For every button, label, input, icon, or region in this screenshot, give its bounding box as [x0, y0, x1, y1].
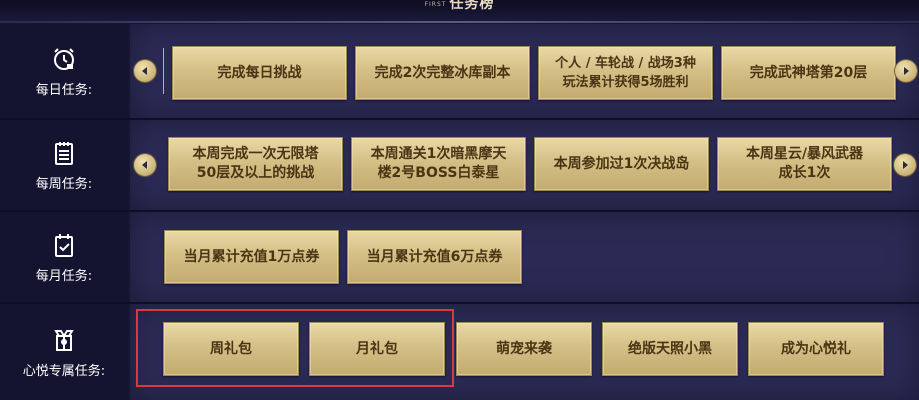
task-button-monthly-gift[interactable]: 月礼包 — [309, 322, 445, 376]
task-button-daily-challenge[interactable]: 完成每日挑战 — [172, 46, 347, 100]
exclusive-task-row: 心悦专属任务: 周礼包 月礼包 萌宠来袭 绝版天照小黑 成为心悦礼 — [0, 304, 919, 400]
clipboard-list-icon — [50, 139, 78, 167]
task-button-weapon-growth[interactable]: 本周星云/暴风武器 成长1次 — [717, 137, 892, 191]
task-button-tenshou-black[interactable]: 绝版天照小黑 — [602, 322, 738, 376]
weekly-prev-arrow[interactable] — [134, 154, 156, 176]
task-button-weekly-gift[interactable]: 周礼包 — [163, 322, 299, 376]
arrow-right-icon — [904, 67, 909, 75]
daily-prev-arrow[interactable] — [134, 60, 156, 82]
task-button-pet-arrival[interactable]: 萌宠来袭 — [456, 322, 592, 376]
task-button-infinite-tower[interactable]: 本周完成一次无限塔 50层及以上的挑战 — [168, 137, 343, 191]
exclusive-task-label-cell: 心悦专属任务: — [0, 304, 128, 400]
monthly-task-label-cell: 每月任务: — [0, 212, 128, 302]
alarm-clock-icon — [50, 45, 78, 73]
monthly-task-label: 每月任务: — [35, 268, 93, 284]
task-button-become-vip[interactable]: 成为心悦礼 — [748, 322, 884, 376]
weekly-task-label-cell: 每周任务: — [0, 120, 128, 210]
arrow-left-icon — [142, 161, 147, 169]
header-divider — [0, 21, 919, 23]
task-button-pvp-wins[interactable]: 个人 / 车轮战 / 战场3种 玩法累计获得5场胜利 — [538, 46, 713, 100]
arrow-left-icon — [142, 67, 147, 75]
task-button-dark-skyscraper[interactable]: 本周通关1次暗黑摩天 楼2号BOSS白泰星 — [351, 137, 526, 191]
daily-task-row: 每日任务: 完成每日挑战 完成2次完整冰库副本 个人 / 车轮战 / 战场3种玩… — [0, 24, 919, 118]
task-button-recharge-60k[interactable]: 当月累计充值6万点券 — [347, 230, 522, 284]
daily-task-label: 每日任务: — [35, 82, 93, 98]
exclusive-task-label: 心悦专属任务: — [22, 363, 106, 379]
arrow-right-icon — [903, 161, 908, 169]
task-button-ice-dungeon[interactable]: 完成2次完整冰库副本 — [355, 46, 530, 100]
weekly-task-label: 每周任务: — [35, 176, 93, 192]
monthly-task-row: 每月任务: 当月累计充值1万点券 当月累计充值6万点券 — [0, 212, 919, 302]
task-button-recharge-10k[interactable]: 当月累计充值1万点券 — [164, 230, 339, 284]
scroll-divider — [163, 48, 164, 94]
weekly-task-row: 每周任务: 本周完成一次无限塔 50层及以上的挑战 本周通关1次暗黑摩天 楼2号BO… — [0, 120, 919, 210]
daily-next-arrow[interactable] — [895, 60, 917, 82]
daily-task-label-cell: 每日任务: — [0, 24, 128, 118]
calendar-check-icon — [50, 231, 78, 259]
task-button-tower-20[interactable]: 完成武神塔第20层 — [721, 46, 896, 100]
gift-badge-icon — [50, 326, 78, 354]
header-bar: FIRST 任务榜 — [0, 0, 919, 22]
page-title: FIRST 任务榜 — [424, 0, 495, 12]
weekly-next-arrow[interactable] — [894, 154, 916, 176]
task-button-decisive-island[interactable]: 本周参加过1次决战岛 — [534, 137, 709, 191]
